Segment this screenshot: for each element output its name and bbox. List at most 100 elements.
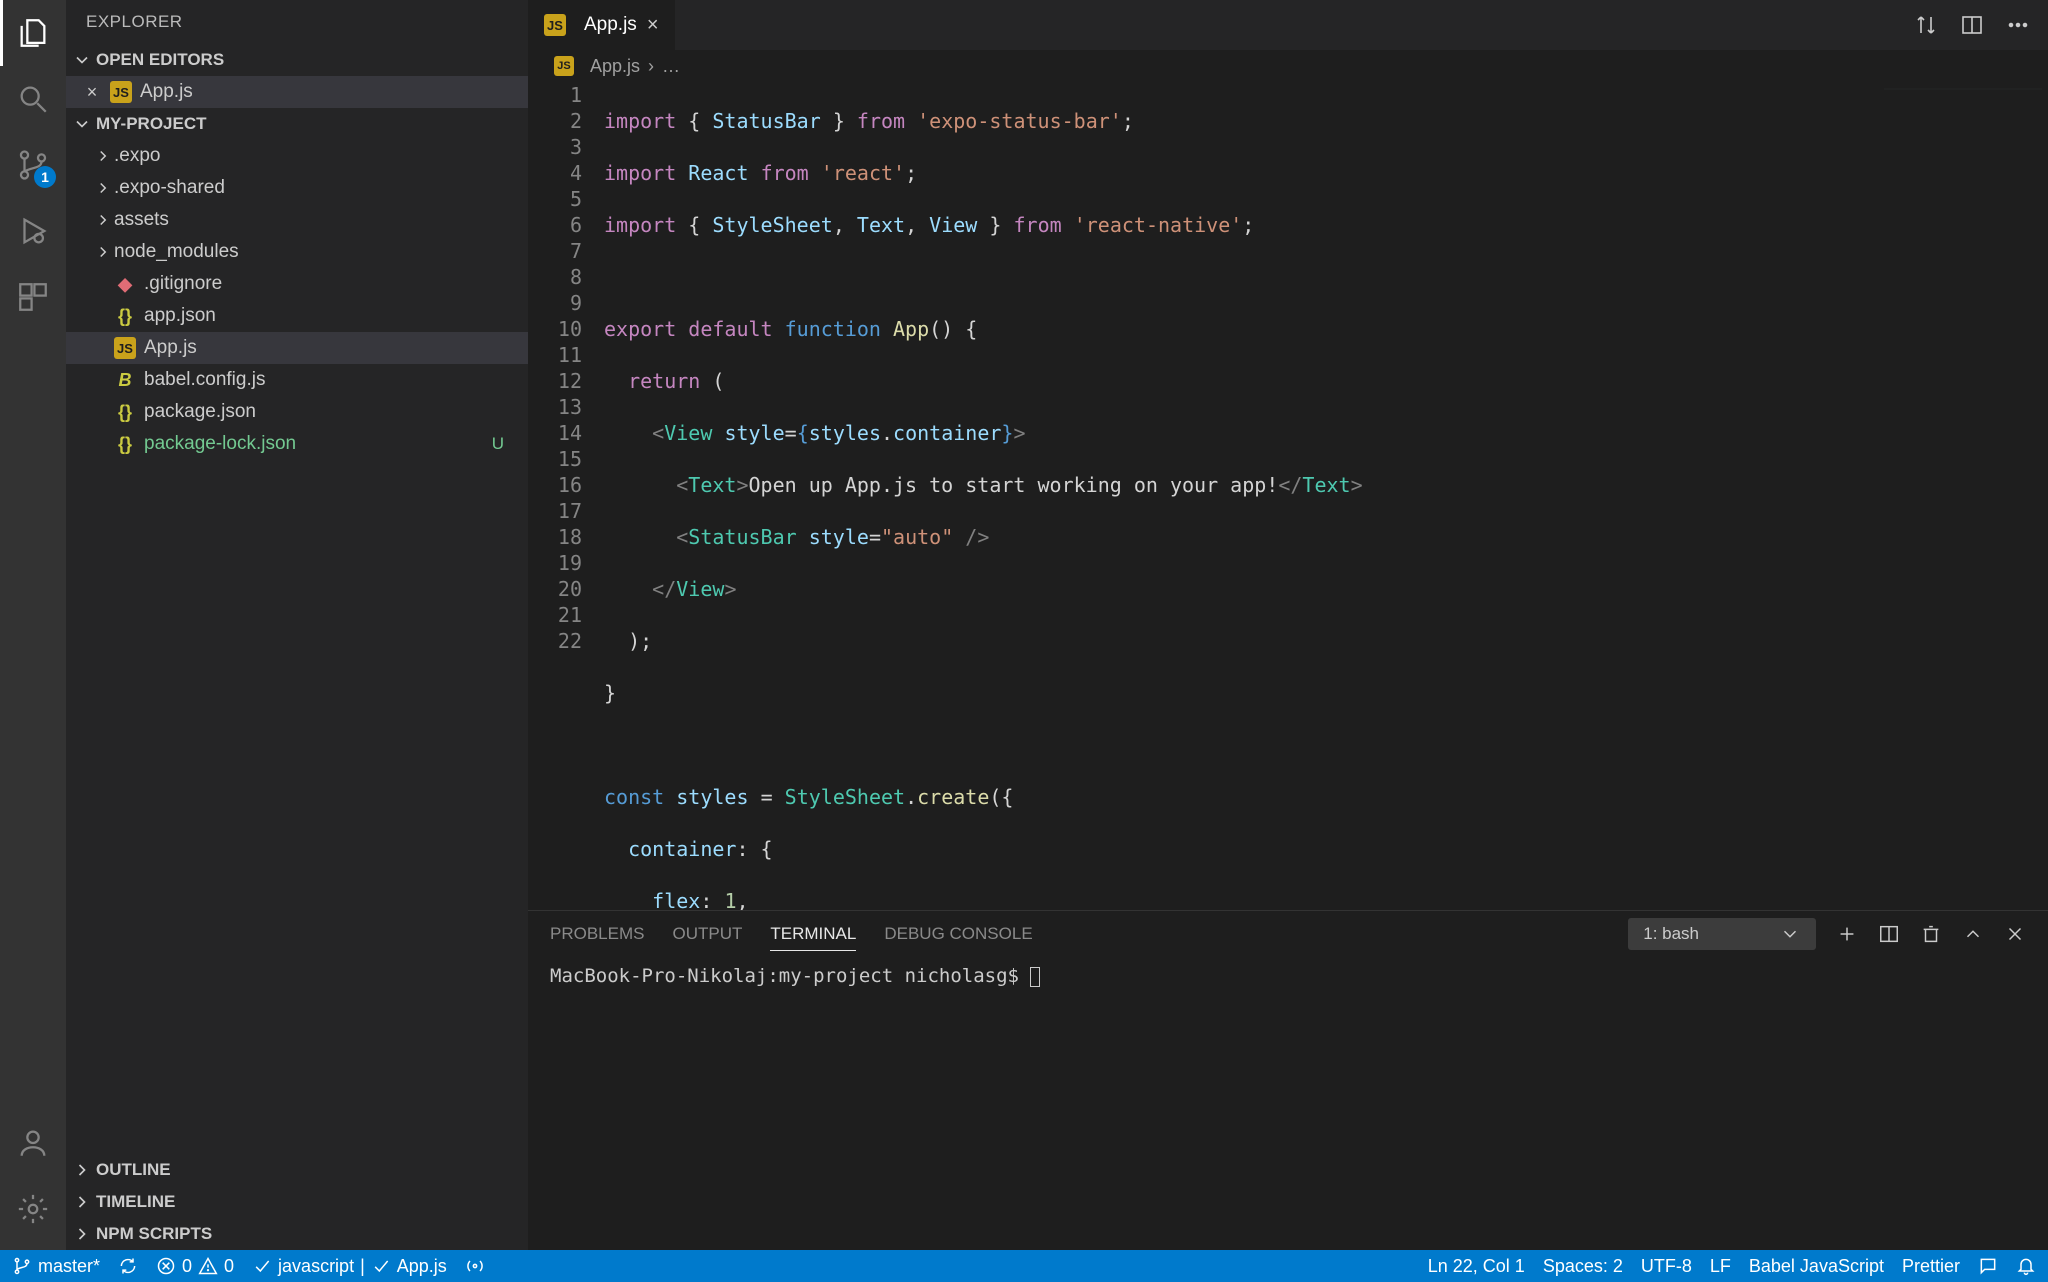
outline-header[interactable]: OUTLINE	[66, 1154, 528, 1186]
close-editor-icon[interactable]: ×	[82, 82, 102, 102]
chevron-right-icon	[72, 1160, 92, 1180]
close-tab-icon[interactable]: ×	[647, 14, 659, 37]
npm-scripts-header[interactable]: NPM SCRIPTS	[66, 1218, 528, 1250]
status-branch[interactable]: master*	[12, 1256, 100, 1277]
timeline-label: TIMELINE	[96, 1192, 175, 1212]
files-icon	[16, 16, 50, 50]
split-terminal-icon[interactable]	[1878, 923, 1900, 945]
chevron-right-icon	[94, 211, 112, 229]
activity-extensions[interactable]	[0, 264, 66, 330]
status-debug-target-label: App.js	[397, 1256, 447, 1277]
status-warnings-count: 0	[224, 1256, 234, 1277]
branch-icon	[12, 1256, 32, 1276]
more-actions-icon[interactable]	[2006, 13, 2030, 37]
project-header[interactable]: MY-PROJECT	[66, 108, 528, 140]
tab-label: App.js	[584, 14, 637, 36]
status-problems[interactable]: 0 0	[156, 1256, 234, 1277]
file-gitignore[interactable]: ◆ .gitignore	[66, 268, 528, 300]
json-file-icon: {}	[114, 433, 136, 455]
breadcrumb[interactable]: JS App.js › …	[528, 50, 2048, 82]
file-babel-config[interactable]: Bbabel.config.js	[66, 364, 528, 396]
chevron-down-icon	[72, 114, 92, 134]
file-tree: .expo .expo-shared assets node_modules ◆…	[66, 140, 528, 1154]
folder-label: node_modules	[114, 241, 239, 263]
code-editor[interactable]: 12345678910111213141516171819202122 impo…	[528, 82, 1878, 910]
folder-expo-shared[interactable]: .expo-shared	[66, 172, 528, 204]
terminal-select[interactable]: 1: bash	[1628, 918, 1816, 950]
status-lncol[interactable]: Ln 22, Col 1	[1428, 1256, 1525, 1277]
status-sync[interactable]	[118, 1256, 138, 1276]
status-prettier[interactable]: Prettier	[1902, 1256, 1960, 1277]
tab-app-js[interactable]: JS App.js ×	[528, 0, 676, 50]
code-content: import { StatusBar } from 'expo-status-b…	[604, 82, 1878, 910]
chevron-down-icon	[72, 50, 92, 70]
terminal-prompt: MacBook-Pro-Nikolaj:my-project nicholasg…	[550, 965, 1030, 987]
activity-settings[interactable]	[0, 1176, 66, 1242]
status-spaces[interactable]: Spaces: 2	[1543, 1256, 1623, 1277]
bell-icon	[2016, 1256, 2036, 1276]
folder-node-modules[interactable]: node_modules	[66, 236, 528, 268]
panel-tab-output[interactable]: OUTPUT	[672, 918, 742, 950]
js-file-icon: JS	[114, 337, 136, 359]
open-editor-item[interactable]: × JS App.js	[66, 76, 528, 108]
file-app-js[interactable]: JSApp.js	[66, 332, 528, 364]
terminal[interactable]: MacBook-Pro-Nikolaj:my-project nicholasg…	[528, 957, 2048, 1250]
status-langserver[interactable]: javascript | App.js	[252, 1256, 447, 1277]
activity-search[interactable]	[0, 66, 66, 132]
chevron-right-icon	[72, 1192, 92, 1212]
outline-label: OUTLINE	[96, 1160, 171, 1180]
chevron-right-icon	[94, 179, 112, 197]
status-feedback[interactable]	[1978, 1256, 1998, 1276]
activity-explorer[interactable]	[0, 0, 66, 66]
scm-badge: 1	[34, 166, 56, 188]
new-terminal-icon[interactable]	[1836, 923, 1858, 945]
editor-area: JS App.js × JS App.js › … 12345678910111…	[528, 0, 2048, 1250]
activity-run[interactable]	[0, 198, 66, 264]
status-encoding[interactable]: UTF-8	[1641, 1256, 1692, 1277]
git-status-letter: U	[492, 434, 504, 454]
status-eol[interactable]: LF	[1710, 1256, 1731, 1277]
folder-expo[interactable]: .expo	[66, 140, 528, 172]
chevron-down-icon	[1779, 923, 1801, 945]
file-label: .gitignore	[144, 273, 222, 295]
folder-assets[interactable]: assets	[66, 204, 528, 236]
babel-file-icon: B	[114, 369, 136, 391]
file-app-json[interactable]: {}app.json	[66, 300, 528, 332]
file-label: package-lock.json	[144, 433, 296, 455]
file-package-lock[interactable]: {} package-lock.json U	[66, 428, 528, 460]
json-file-icon: {}	[114, 305, 136, 327]
sidebar: EXPLORER OPEN EDITORS × JS App.js MY-PRO…	[66, 0, 528, 1250]
chevron-right-icon	[94, 243, 112, 261]
panel-tab-terminal[interactable]: TERMINAL	[770, 918, 856, 951]
status-live-share[interactable]	[465, 1256, 485, 1276]
file-package-json[interactable]: {}package.json	[66, 396, 528, 428]
feedback-icon	[1978, 1256, 1998, 1276]
status-branch-label: master*	[38, 1256, 100, 1277]
extensions-icon	[16, 280, 50, 314]
panel-tab-problems[interactable]: PROBLEMS	[550, 918, 644, 950]
js-file-icon: JS	[554, 56, 574, 76]
status-notifications[interactable]	[2016, 1256, 2036, 1276]
panel-tab-debug[interactable]: DEBUG CONSOLE	[884, 918, 1032, 950]
search-icon	[16, 82, 50, 116]
timeline-header[interactable]: TIMELINE	[66, 1186, 528, 1218]
maximize-panel-icon[interactable]	[1962, 923, 1984, 945]
check-icon	[252, 1256, 272, 1276]
compare-changes-icon[interactable]	[1914, 13, 1938, 37]
activity-accounts[interactable]	[0, 1110, 66, 1176]
split-editor-icon[interactable]	[1960, 13, 1984, 37]
breadcrumb-file: App.js	[590, 56, 640, 77]
chevron-right-icon	[72, 1224, 92, 1244]
open-editors-header[interactable]: OPEN EDITORS	[66, 44, 528, 76]
project-header-label: MY-PROJECT	[96, 114, 207, 134]
minimap[interactable]	[1878, 82, 2048, 910]
status-language[interactable]: Babel JavaScript	[1749, 1256, 1884, 1277]
gear-icon	[16, 1192, 50, 1226]
kill-terminal-icon[interactable]	[1920, 923, 1942, 945]
git-file-icon: ◆	[114, 273, 136, 295]
breadcrumb-sep: ›	[648, 56, 654, 77]
panel-tabs: PROBLEMS OUTPUT TERMINAL DEBUG CONSOLE 1…	[528, 911, 2048, 957]
activity-scm[interactable]: 1	[0, 132, 66, 198]
close-panel-icon[interactable]	[2004, 923, 2026, 945]
line-number-gutter: 12345678910111213141516171819202122	[528, 82, 604, 910]
